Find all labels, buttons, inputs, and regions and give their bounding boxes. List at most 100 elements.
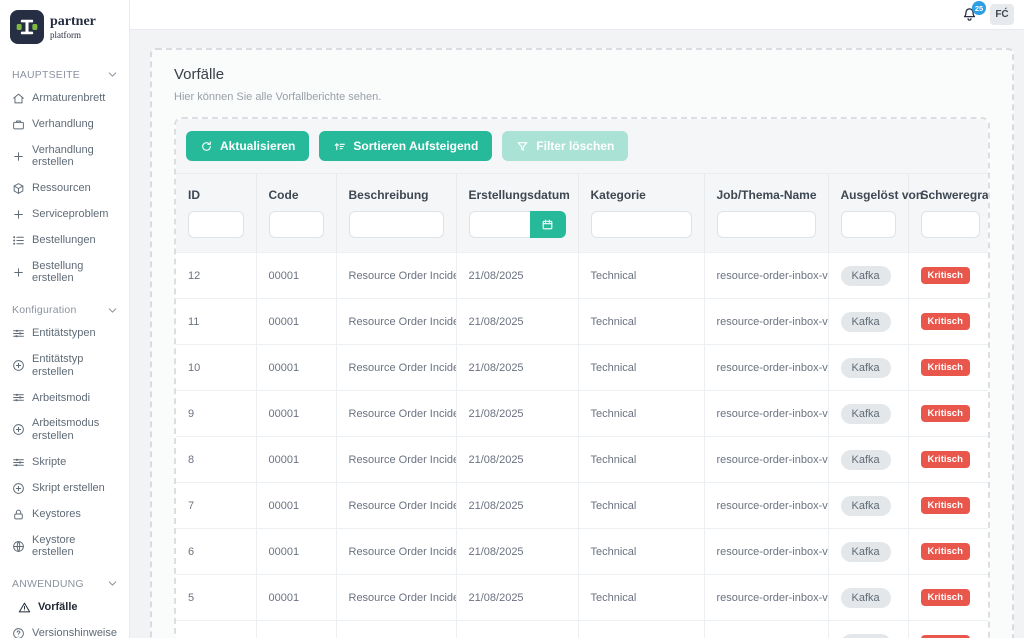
plus-circle-icon bbox=[12, 482, 25, 495]
button-label: Filter löschen bbox=[536, 139, 614, 153]
cell-severity: Kritisch bbox=[908, 299, 990, 345]
brand-name: partner platform bbox=[50, 15, 96, 40]
calendar-button[interactable] bbox=[530, 211, 566, 238]
home-icon bbox=[12, 92, 25, 105]
table-row[interactable]: 800001Resource Order Incident21/08/2025T… bbox=[176, 437, 990, 483]
sidebar-item-verhandlung[interactable]: Verhandlung bbox=[10, 111, 121, 137]
topbar: 25 FĆ bbox=[130, 0, 1024, 30]
sidebar-section-konfiguration[interactable]: Konfiguration bbox=[12, 304, 119, 317]
plus-icon bbox=[12, 150, 25, 163]
cell-category: Technical bbox=[578, 437, 704, 483]
sidebar-section-anwendung[interactable]: ANWENDUNG bbox=[12, 577, 119, 590]
sidebar-item-label: Keystore erstellen bbox=[32, 534, 119, 559]
refresh-icon bbox=[200, 140, 213, 153]
user-avatar[interactable]: FĆ bbox=[990, 4, 1014, 25]
sidebar-item-bestellung-erstellen[interactable]: Bestellung erstellen bbox=[10, 253, 121, 291]
cell-code: 00001 bbox=[256, 483, 336, 529]
sidebar-item-label: Verhandlung bbox=[32, 118, 94, 131]
sidebar-item-label: Vorfälle bbox=[38, 601, 78, 614]
column-label: Erstellungsdatum bbox=[469, 188, 566, 202]
filter-input-category[interactable] bbox=[591, 211, 692, 238]
sidebar-item-label: Bestellungen bbox=[32, 234, 96, 247]
column-header-description: Beschreibung bbox=[336, 174, 456, 253]
aktualisieren-button[interactable]: Aktualisieren bbox=[186, 131, 309, 161]
cell-created: 21/08/2025 bbox=[456, 299, 578, 345]
cell-triggered_by: Kafka bbox=[828, 253, 908, 299]
notifications-bell-icon[interactable]: 25 bbox=[961, 6, 978, 23]
severity-badge: Kritisch bbox=[921, 313, 970, 330]
cell-description: Resource Order Incident bbox=[336, 345, 456, 391]
table-row[interactable]: 1200001Resource Order Incident21/08/2025… bbox=[176, 253, 990, 299]
cell-triggered_by: Kafka bbox=[828, 345, 908, 391]
plus-icon bbox=[12, 208, 25, 221]
sidebar-item-keystores[interactable]: Keystores bbox=[10, 501, 121, 527]
sidebar-section-hauptseite[interactable]: HAUPTSEITE bbox=[12, 68, 119, 81]
cell-code: 00001 bbox=[256, 437, 336, 483]
filter-input-description[interactable] bbox=[349, 211, 444, 238]
table-row[interactable]: 1100001Resource Order Incident21/08/2025… bbox=[176, 299, 990, 345]
cell-code: 00001 bbox=[256, 529, 336, 575]
table-row[interactable]: 500001Resource Order Incident21/08/2025T… bbox=[176, 575, 990, 621]
sidebar-item-entit-tstypen[interactable]: Entitätstypen bbox=[10, 321, 121, 347]
column-header-category: Kategorie bbox=[578, 174, 704, 253]
sidebar-item-keystore-erstellen[interactable]: Keystore erstellen bbox=[10, 527, 121, 565]
chevron-down-icon bbox=[106, 68, 119, 81]
sidebar-item-label: Arbeitsmodi bbox=[32, 392, 90, 405]
triggered-by-badge: Kafka bbox=[841, 266, 891, 286]
plus-circle-icon bbox=[12, 423, 25, 436]
column-label: Schweregrad bbox=[921, 188, 981, 202]
filter-input-code[interactable] bbox=[269, 211, 324, 238]
cell-severity: Kritisch bbox=[908, 345, 990, 391]
triggered-by-badge: Kafka bbox=[841, 496, 891, 516]
sidebar-item-bestellungen[interactable]: Bestellungen bbox=[10, 227, 121, 253]
filter-input-id[interactable] bbox=[188, 211, 244, 238]
cell-description: Resource Order Incident bbox=[336, 437, 456, 483]
sidebar-item-label: Entitätstypen bbox=[32, 327, 96, 340]
sidebar-item-serviceproblem[interactable]: Serviceproblem bbox=[10, 201, 121, 227]
briefcase-icon bbox=[12, 118, 25, 131]
sidebar-item-armaturenbrett[interactable]: Armaturenbrett bbox=[10, 85, 121, 111]
cell-triggered_by: Kafka bbox=[828, 437, 908, 483]
table-row[interactable]: 1000001Resource Order Incident21/08/2025… bbox=[176, 345, 990, 391]
sidebar-item-ressourcen[interactable]: Ressourcen bbox=[10, 175, 121, 201]
sidebar-item-skript-erstellen[interactable]: Skript erstellen bbox=[10, 475, 121, 501]
cell-triggered_by: Kafka bbox=[828, 621, 908, 638]
sidebar-item-label: Bestellung erstellen bbox=[32, 260, 119, 285]
filter-input-triggered_by[interactable] bbox=[841, 211, 896, 238]
column-header-job: Job/Thema-Name bbox=[704, 174, 828, 253]
sidebar-item-arbeitsmodi[interactable]: Arbeitsmodi bbox=[10, 385, 121, 411]
brand-logo[interactable]: partner platform bbox=[10, 8, 121, 50]
cell-job: resource-order-inbox-v4 bbox=[704, 621, 828, 638]
table-row[interactable]: 700001Resource Order Incident21/08/2025T… bbox=[176, 483, 990, 529]
sidebar-item-vorf-lle[interactable]: Vorfälle bbox=[10, 594, 121, 620]
sidebar-item-label: Versionshinweise bbox=[32, 627, 117, 638]
cell-id: 9 bbox=[176, 391, 256, 437]
list-icon bbox=[12, 234, 25, 247]
sidebar-item-label: Keystores bbox=[32, 508, 81, 521]
table-row[interactable]: 600001Resource Order Incident21/08/2025T… bbox=[176, 529, 990, 575]
cell-category: Technical bbox=[578, 529, 704, 575]
sidebar-item-label: Arbeitsmodus erstellen bbox=[32, 417, 119, 442]
sidebar-item-skripte[interactable]: Skripte bbox=[10, 449, 121, 475]
sidebar-item-entit-tstyp-erstellen[interactable]: Entitätstyp erstellen bbox=[10, 347, 121, 385]
cell-description: Resource Order Incident bbox=[336, 299, 456, 345]
filter-input-job[interactable] bbox=[717, 211, 816, 238]
cell-category: Technical bbox=[578, 483, 704, 529]
cell-triggered_by: Kafka bbox=[828, 299, 908, 345]
cell-severity: Kritisch bbox=[908, 483, 990, 529]
filter-input-severity[interactable] bbox=[921, 211, 981, 238]
sidebar-item-verhandlung-erstellen[interactable]: Verhandlung erstellen bbox=[10, 137, 121, 175]
sortieren-aufsteigend-button[interactable]: Sortieren Aufsteigend bbox=[319, 131, 492, 161]
filter-l-schen-button[interactable]: Filter löschen bbox=[502, 131, 628, 161]
cell-category: Technical bbox=[578, 253, 704, 299]
cell-severity: Kritisch bbox=[908, 621, 990, 638]
column-label: Kategorie bbox=[591, 188, 692, 202]
cell-id: 12 bbox=[176, 253, 256, 299]
filter-input-created[interactable] bbox=[469, 211, 530, 238]
sidebar-item-arbeitsmodus-erstellen[interactable]: Arbeitsmodus erstellen bbox=[10, 411, 121, 449]
sidebar-item-versionshinweise[interactable]: Versionshinweise bbox=[10, 620, 121, 638]
table-row[interactable]: 400001Resource Order Incident21/08/2025T… bbox=[176, 621, 990, 638]
plus-icon bbox=[12, 266, 25, 279]
cell-job: resource-order-inbox-v4 bbox=[704, 345, 828, 391]
table-row[interactable]: 900001Resource Order Incident21/08/2025T… bbox=[176, 391, 990, 437]
